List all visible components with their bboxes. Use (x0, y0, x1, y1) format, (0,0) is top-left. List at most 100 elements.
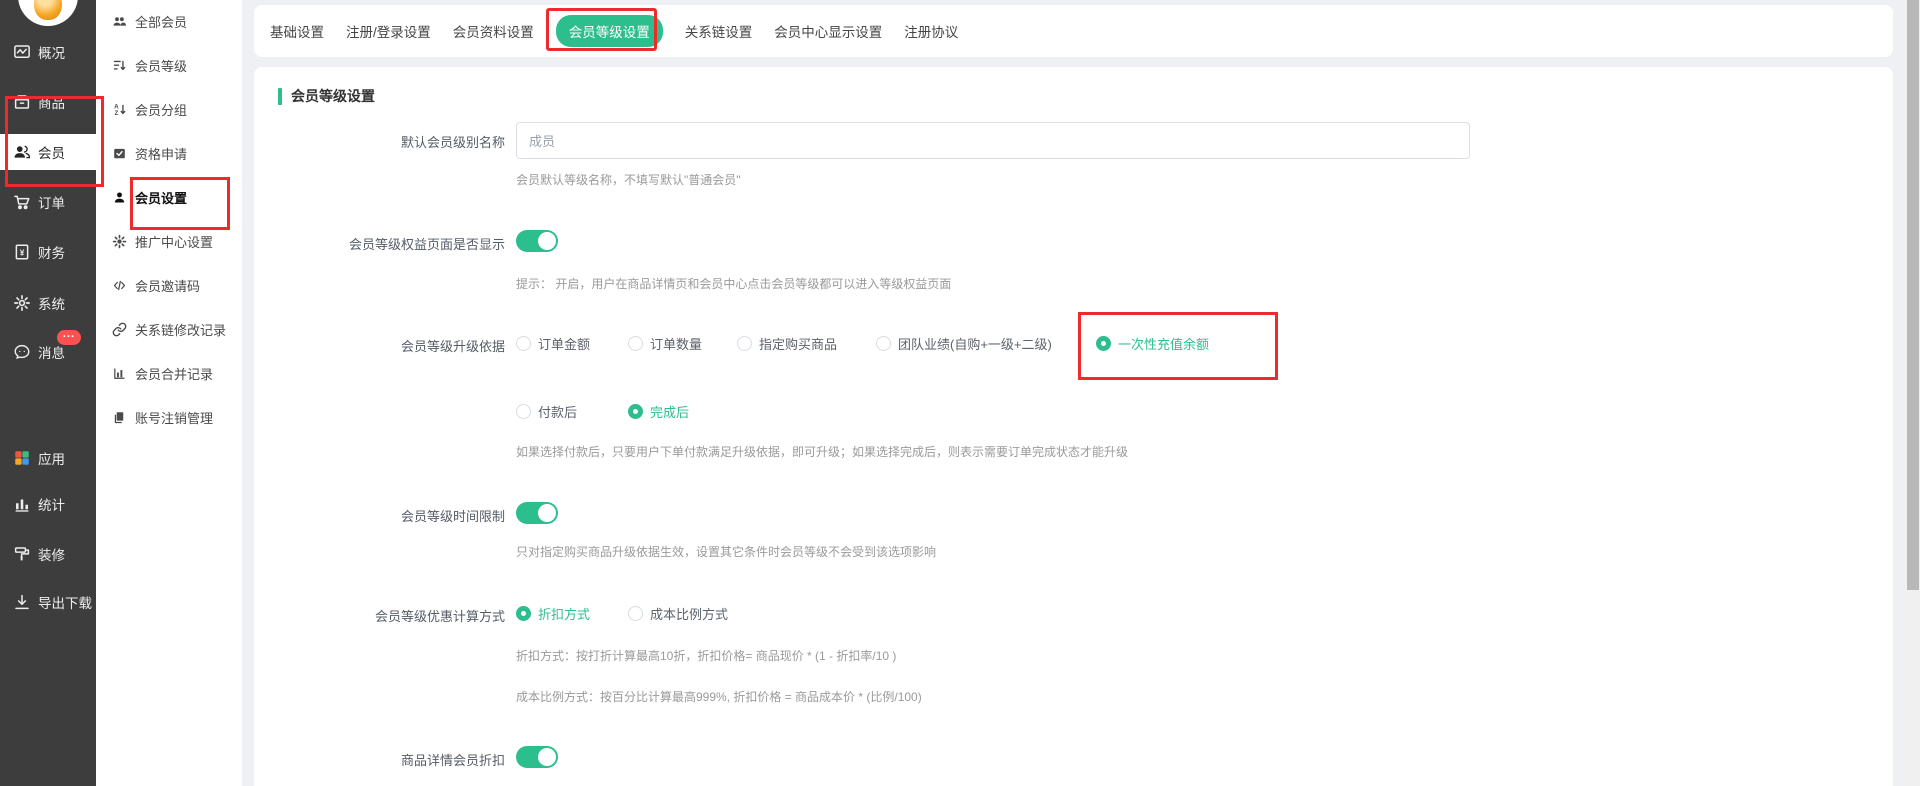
sidebar-item-label: 导出下载 (38, 592, 92, 612)
section-accent-bar (278, 88, 282, 105)
radio-label: 订单金额 (538, 334, 590, 353)
radio-team-performance[interactable]: 团队业绩(自购+一级+二级) (876, 335, 1052, 351)
radio-order-amount[interactable]: 订单金额 (516, 335, 590, 351)
sidebar-item-relation-chain-records[interactable]: 关系链修改记录 (96, 311, 242, 347)
finance-icon: ¥ (13, 243, 31, 261)
system-icon (13, 294, 31, 312)
level-time-limit-label: 会员等级时间限制 (265, 506, 505, 525)
radio-icon (1096, 336, 1111, 351)
account-cancel-icon (112, 410, 127, 425)
level-time-limit-hint: 只对指定购买商品升级依据生效，设置其它条件时会员等级不会受到该选项影响 (516, 543, 936, 560)
toggle-goods-detail-discount[interactable] (516, 746, 558, 768)
default-level-name-hint: 会员默认等级名称，不填写默认"普通会员" (516, 171, 741, 188)
sidebar-item-merge-records[interactable]: 会员合并记录 (96, 355, 242, 391)
radio-order-quantity[interactable]: 订单数量 (628, 335, 702, 351)
radio-label: 完成后 (650, 402, 689, 421)
sidebar-item-label: 财务 (38, 242, 65, 262)
default-level-name-input[interactable] (516, 122, 1470, 159)
toggle-knob (538, 232, 556, 250)
settings-tabs-bar: 基础设置 注册/登录设置 会员资料设置 会员等级设置 关系链设置 会员中心显示设… (254, 5, 1893, 57)
radio-after-payment[interactable]: 付款后 (516, 403, 577, 419)
radio-specified-goods[interactable]: 指定购买商品 (737, 335, 837, 351)
level-rights-page-label: 会员等级权益页面是否显示 (265, 234, 505, 253)
stats-icon (13, 495, 31, 513)
toggle-level-rights-page[interactable] (516, 230, 558, 252)
sidebar-item-qualification[interactable]: 资格申请 (96, 135, 242, 171)
svg-text:¥: ¥ (20, 248, 25, 257)
member-settings-icon (112, 190, 127, 205)
qualification-icon (112, 146, 127, 161)
sidebar-item-goods[interactable]: 商品 (0, 85, 96, 119)
sidebar-item-member-settings[interactable]: 会员设置 (96, 179, 242, 215)
secondary-sidebar: 全部会员 会员等级 AZ 会员分组 资格申请 会员设置 推广中心设置 会员邀请码 (96, 0, 242, 786)
export-download-icon (13, 593, 31, 611)
apps-icon (13, 449, 31, 467)
decorate-icon (13, 545, 31, 563)
sidebar-item-decorate[interactable]: 装修 (0, 537, 96, 571)
sidebar-item-overview[interactable]: 概况 (0, 35, 96, 69)
all-members-icon (112, 14, 127, 29)
sidebar-item-all-members[interactable]: 全部会员 (96, 3, 242, 39)
primary-sidebar: 概况 商品 会员 订单 ¥ 财务 系统 消息 应用 (0, 0, 96, 786)
tab-relation-chain-settings[interactable]: 关系链设置 (685, 21, 753, 41)
sidebar-item-orders[interactable]: 订单 (0, 185, 96, 219)
level-rights-page-hint: 提示： 开启，用户在商品详情页和会员中心点击会员等级都可以进入等级权益页面 (516, 275, 951, 292)
sidebar-item-label: 推广中心设置 (135, 232, 213, 251)
sidebar-item-stats[interactable]: 统计 (0, 487, 96, 521)
sidebar-item-label: 会员设置 (135, 188, 187, 207)
svg-text:A: A (114, 103, 119, 110)
tab-member-level-settings[interactable]: 会员等级设置 (556, 15, 663, 47)
radio-icon (516, 336, 531, 351)
orders-icon (13, 193, 31, 211)
tab-register-agreement[interactable]: 注册协议 (904, 21, 958, 41)
radio-discount-mode[interactable]: 折扣方式 (516, 605, 590, 621)
radio-icon (737, 336, 752, 351)
sidebar-item-account-cancellation[interactable]: 账号注销管理 (96, 399, 242, 435)
sidebar-item-label: 订单 (38, 192, 65, 212)
toggle-level-time-limit[interactable] (516, 502, 558, 524)
sidebar-item-invite-code[interactable]: 会员邀请码 (96, 267, 242, 303)
radio-one-time-recharge[interactable]: 一次性充值余额 (1096, 335, 1209, 351)
sidebar-item-label: 概况 (38, 42, 65, 62)
sidebar-item-label: 会员合并记录 (135, 364, 213, 383)
radio-label: 团队业绩(自购+一级+二级) (898, 334, 1052, 353)
sidebar-item-label: 全部会员 (135, 12, 187, 31)
promotion-settings-icon (112, 234, 127, 249)
member-level-settings-page: 概况 商品 会员 订单 ¥ 财务 系统 消息 应用 (0, 0, 1920, 786)
sidebar-item-messages[interactable]: 消息 (0, 335, 96, 369)
scrollbar-thumb[interactable] (1907, 0, 1919, 590)
tab-member-center-display-settings[interactable]: 会员中心显示设置 (774, 21, 882, 41)
section-header: 会员等级设置 (278, 86, 375, 106)
sidebar-item-label: 会员等级 (135, 56, 187, 75)
sidebar-item-apps[interactable]: 应用 (0, 441, 96, 475)
radio-icon (516, 606, 531, 621)
sidebar-item-members[interactable]: 会员 (0, 134, 96, 170)
sidebar-item-label: 会员 (38, 142, 65, 162)
sidebar-item-label: 会员邀请码 (135, 276, 200, 295)
sidebar-item-promotion-settings[interactable]: 推广中心设置 (96, 223, 242, 259)
sidebar-item-member-group[interactable]: AZ 会员分组 (96, 91, 242, 127)
relation-chain-icon (112, 322, 127, 337)
radio-label: 订单数量 (650, 334, 702, 353)
tab-basic-settings[interactable]: 基础设置 (270, 21, 324, 41)
sidebar-item-finance[interactable]: ¥ 财务 (0, 235, 96, 269)
shop-avatar[interactable] (18, 0, 78, 26)
tab-register-login-settings[interactable]: 注册/登录设置 (346, 21, 431, 41)
sidebar-item-system[interactable]: 系统 (0, 286, 96, 320)
sidebar-item-member-level[interactable]: 会员等级 (96, 47, 242, 83)
tab-member-profile-settings[interactable]: 会员资料设置 (453, 21, 534, 41)
member-group-icon: AZ (112, 102, 127, 117)
page-scrollbar[interactable] (1906, 0, 1920, 786)
sidebar-item-export-download[interactable]: 导出下载 (0, 585, 96, 619)
sidebar-item-label: 系统 (38, 293, 65, 313)
radio-label: 付款后 (538, 402, 577, 421)
radio-after-completion[interactable]: 完成后 (628, 403, 689, 419)
radio-icon (516, 404, 531, 419)
merge-record-icon (112, 366, 127, 381)
members-icon (13, 143, 31, 161)
svg-text:Z: Z (114, 110, 118, 117)
radio-icon (628, 606, 643, 621)
avatar-image (34, 0, 62, 20)
toggle-knob (538, 748, 556, 766)
radio-cost-ratio-mode[interactable]: 成本比例方式 (628, 605, 728, 621)
